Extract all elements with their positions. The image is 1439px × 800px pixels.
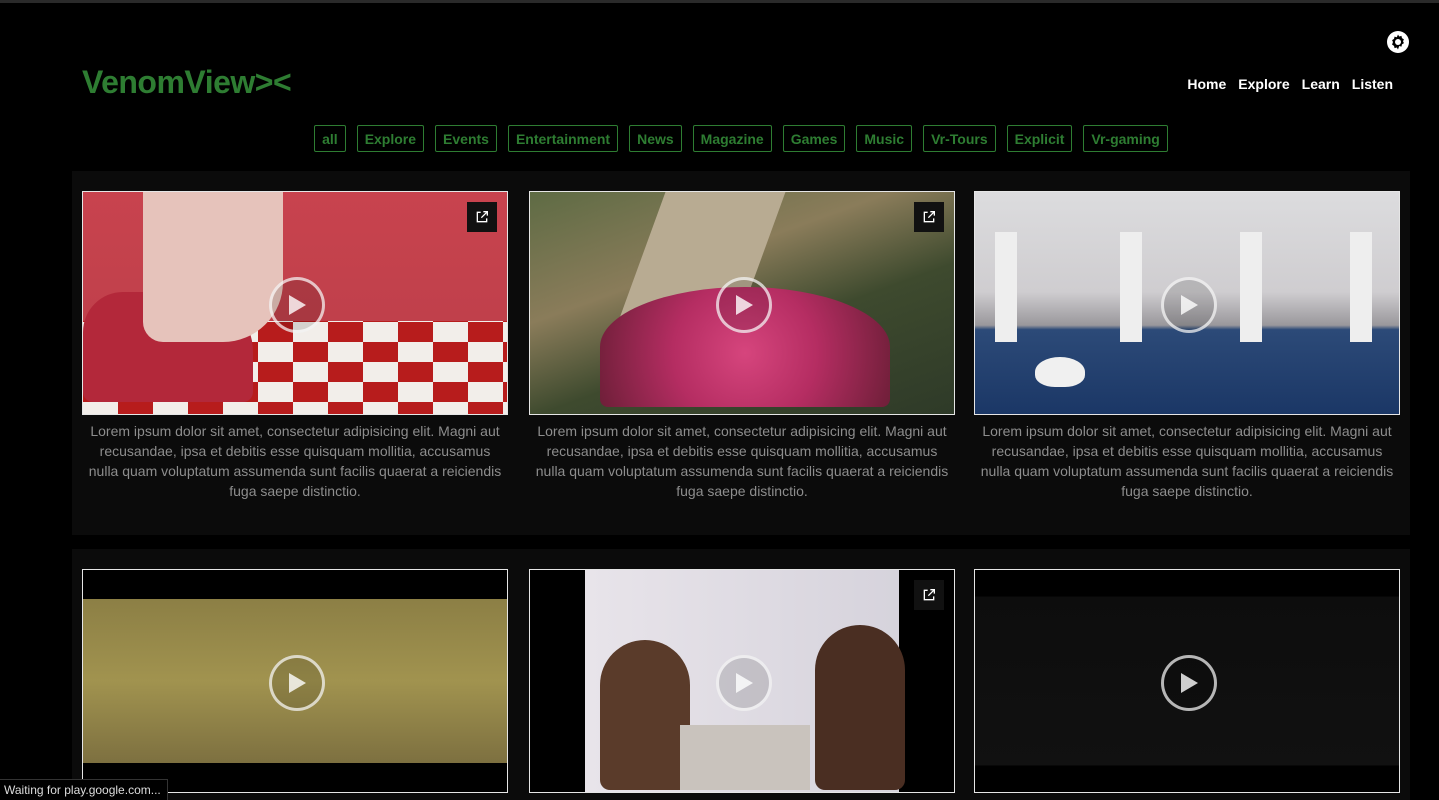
thumbnail-column [1240,232,1262,342]
category-chip-all[interactable]: all [314,125,346,152]
category-chip-explore[interactable]: Explore [356,125,425,152]
nav-learn[interactable]: Learn [1302,76,1340,92]
external-link-icon [923,211,935,223]
video-row-1: Lorem ipsum dolor sit amet, consectetur … [72,171,1410,535]
external-link-icon [476,211,488,223]
category-chip-events[interactable]: Events [435,125,497,152]
video-card [82,569,508,793]
play-button[interactable] [1161,655,1217,711]
external-link-button[interactable] [914,580,944,610]
video-card [974,569,1400,793]
category-chip-games[interactable]: Games [782,125,846,152]
category-chip-music[interactable]: Music [856,125,913,152]
play-icon [736,295,753,315]
gear-icon [1392,34,1404,50]
top-border [0,0,1439,3]
settings-button[interactable] [1387,31,1409,53]
nav-listen[interactable]: Listen [1352,76,1393,92]
external-link-button[interactable] [914,202,944,232]
category-filter-bar: all Explore Events Entertainment News Ma… [0,125,1439,152]
play-button[interactable] [269,655,325,711]
nav-home[interactable]: Home [1187,76,1226,92]
external-link-icon [923,589,935,601]
category-chip-vr-tours[interactable]: Vr-Tours [923,125,996,152]
play-icon [289,295,306,315]
external-link-button[interactable] [467,202,497,232]
site-logo[interactable]: VenomView>< [82,64,292,101]
category-chip-news[interactable]: News [629,125,682,152]
video-row-2 [72,549,1410,800]
video-card [529,569,955,793]
nav-explore[interactable]: Explore [1238,76,1289,92]
play-icon [289,673,306,693]
category-chip-explicit[interactable]: Explicit [1006,125,1073,152]
thumbnail-column [1120,232,1142,342]
play-button[interactable] [716,277,772,333]
category-chip-entertainment[interactable]: Entertainment [507,125,619,152]
video-description: Lorem ipsum dolor sit amet, consectetur … [535,423,949,499]
thumbnail-dress [143,192,283,342]
play-icon [1181,673,1198,693]
video-description: Lorem ipsum dolor sit amet, consectetur … [88,423,502,499]
category-chip-vr-gaming[interactable]: Vr-gaming [1083,125,1168,152]
video-thumbnail[interactable] [529,569,955,793]
main-nav: Home Explore Learn Listen [1187,76,1393,92]
video-thumbnail[interactable] [974,191,1400,415]
browser-status-bar: Waiting for play.google.com... [0,779,168,800]
video-thumbnail[interactable] [82,191,508,415]
play-button[interactable] [716,655,772,711]
video-card: Lorem ipsum dolor sit amet, consectetur … [529,191,955,501]
play-icon [736,673,753,693]
thumbnail-person [815,625,905,790]
thumbnail-column [1350,232,1372,342]
video-thumbnail[interactable] [974,569,1400,793]
video-description: Lorem ipsum dolor sit amet, consectetur … [980,423,1394,499]
video-thumbnail[interactable] [82,569,508,793]
play-icon [1181,295,1198,315]
video-card: Lorem ipsum dolor sit amet, consectetur … [974,191,1400,501]
video-card: Lorem ipsum dolor sit amet, consectetur … [82,191,508,501]
thumbnail-column [995,232,1017,342]
thumbnail-person [600,640,690,790]
thumbnail-paint-cans [680,725,810,790]
play-button[interactable] [269,277,325,333]
category-chip-magazine[interactable]: Magazine [692,125,772,152]
thumbnail-swan [1035,357,1085,387]
video-thumbnail[interactable] [529,191,955,415]
play-button[interactable] [1161,277,1217,333]
